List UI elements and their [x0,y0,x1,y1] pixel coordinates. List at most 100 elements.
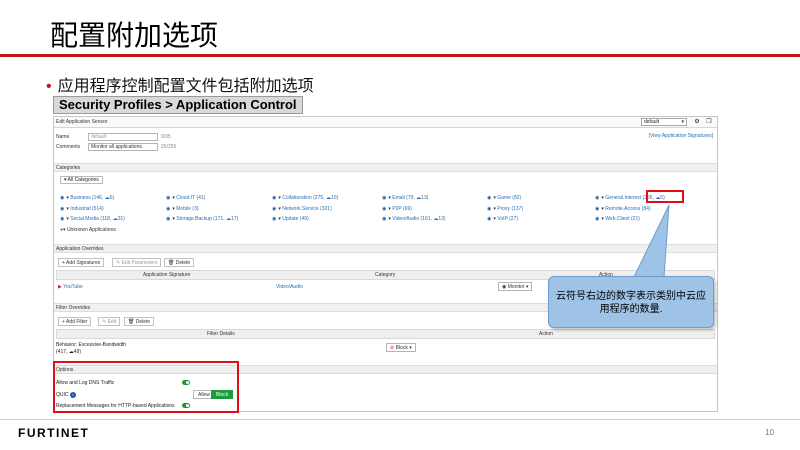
overrides-section-label: Application Overrides [54,244,717,253]
comments-input[interactable]: Monitor all applications. [88,143,158,151]
category-label: Email (79, ☁13) [392,195,429,201]
eye-icon: ◉ [487,195,492,201]
all-categories-label: All Categories [67,177,99,183]
filter-action-value: Block [395,345,408,351]
category-label: Proxy (137) [497,206,524,212]
gear-icon[interactable]: ⚙ [693,118,701,126]
category-label: Web.Client (21) [605,216,640,222]
table-row-app[interactable]: ▶ YouTube [58,284,83,290]
add-signatures-button[interactable]: + Add Signatures [58,258,105,267]
explanation-callout: 云符号右边的数字表示类别中云应用程序的数量. [548,276,714,328]
eye-icon: ◉ [166,206,171,212]
eye-icon: ◉ [166,216,171,222]
profile-select-value: default [644,119,660,125]
category-item[interactable]: ◉ ▾ Email (79, ☁13) [382,195,428,201]
category-label: Remote.Access (84) [605,206,651,212]
eye-icon: ◉ [382,195,387,201]
category-item[interactable]: ◉ ▾ Video/Audio (161, ☁13) [382,216,446,222]
category-label: Collaboration (275, ☁10) [282,195,339,201]
category-item[interactable]: ◉ ▾ Social.Media (118, ☁31) [60,216,125,222]
page-number: 10 [765,428,774,437]
eye-icon: ◉ [60,206,65,212]
category-item[interactable]: ◉ ▾ Game (82) [487,195,521,201]
delete-filter-button[interactable]: 🗑 Delete [124,317,155,326]
col-filter-details: Filter Details [207,331,235,337]
panel-header: Edit Application Sensor default ▾ ⚙ ❐ [54,117,717,128]
category-label: Mobile (3) [176,206,199,212]
category-item[interactable]: ◉ ▾ VoIP (27) [487,216,518,222]
category-item[interactable]: ◉ ▾ P2P (69) [382,206,412,212]
delete-override-button[interactable]: 🗑 Delete [164,258,195,267]
category-item[interactable]: ◉ ▾ Web.Client (21) [595,216,640,222]
category-label: Social.Media (118, ☁31) [70,216,125,222]
category-item[interactable]: ◉ ▾ Storage.Backup (171, ☁17) [166,216,238,222]
eye-icon: ◉ [595,206,600,212]
category-label: Industrial (514) [70,206,104,212]
bullet-point: • 应用程序控制配置文件包括附加选项 [46,72,314,96]
category-label: VoIP (27) [497,216,519,222]
add-filter-label: Add Filter [66,319,88,325]
category-label: Game (82) [497,195,522,201]
category-item[interactable]: ◉ ▾ Mobile (3) [166,206,199,212]
name-label: Name [56,134,70,141]
delete-label: Delete [175,260,191,266]
slide-title: 配置附加选项 [50,20,219,51]
category-item[interactable]: ◉ ▾ Proxy (137) [487,206,523,212]
col-signature: Application Signature [143,272,191,278]
unknown-applications-item[interactable]: ●▾ Unknown Applications [60,227,116,233]
edit-filter-button[interactable]: ✎ Edit [98,317,121,326]
eye-icon: ◉ [60,195,65,201]
edit-filter-label: Edit [107,319,117,325]
name-input[interactable]: default [88,133,158,141]
chevron-down-icon: ▾ [407,345,412,351]
category-item[interactable]: ◉ ▾ Business (146, ☁6) [60,195,114,201]
category-item[interactable]: ◉ ▾ Update (49) [272,216,309,222]
eye-icon: ◉ [487,216,492,222]
trash-icon: 🗑 [128,319,136,325]
delete-filter-label: Delete [135,319,151,325]
categories-section-label: Categories [54,163,717,172]
category-item[interactable]: ◉ ▾ Cloud.IT (41) [166,195,205,201]
category-label: P2P (69) [392,206,412,212]
edit-parameters-button[interactable]: ✎ Edit Parameters [112,258,162,267]
category-item[interactable]: ◉ ▾ Collaboration (275, ☁10) [272,195,338,201]
add-filter-button[interactable]: + Add Filter [58,317,92,326]
comments-counter: 25/255 [161,144,177,151]
eye-icon: ◉ [272,206,277,212]
category-label: Network.Service (321) [282,206,332,212]
view-signatures-link[interactable]: [View Application Signatures] [649,133,713,139]
add-signatures-label: Add Signatures [66,260,101,266]
override-action-dropdown[interactable]: ◉ Monitor ▾ [498,282,533,291]
profile-select[interactable]: default ▾ [641,118,687,126]
category-label: Video/Audio (161, ☁13) [392,216,446,222]
chevron-down-icon: ▾ [681,119,684,125]
category-item[interactable]: ◉ ▾ Network.Service (321) [272,206,332,212]
category-item[interactable]: ◉ ▾ Remote.Access (84) [595,206,651,212]
edit-parameters-label: Edit Parameters [121,260,158,266]
bullet-dot-icon: • [46,78,52,95]
eye-icon: ◉ [272,195,277,201]
bullet-text: 应用程序控制配置文件包括附加选项 [57,78,314,95]
col-category: Category [375,272,396,278]
chevron-down-icon: ▾ [524,284,529,290]
all-categories-select[interactable]: ▾ All Categories [60,176,103,184]
options-highlight [53,361,239,413]
eye-icon: ◉ [595,195,600,201]
col-filter-action: Action [539,331,553,337]
category-label: Update (49) [282,216,309,222]
cloud-count-highlight [646,190,684,203]
category-item[interactable]: ◉ ▾ Industrial (514) [60,206,104,212]
eye-icon: ◉ [487,206,492,212]
unknown-applications-label: Unknown Applications [66,227,116,233]
table-row-category: Video/Audio [276,284,303,290]
row-app-name: YouTube [63,284,83,290]
footer-divider [0,419,800,420]
filter-action-dropdown[interactable]: ⊘ Block ▾ [386,343,416,352]
eye-icon: ◉ [60,216,65,222]
filter-row-counts: (417, ☁49) [56,349,82,355]
clone-icon[interactable]: ❐ [705,118,713,126]
override-action-value: Monitor [507,284,525,290]
section-banner: Security Profiles > Application Control [53,96,303,114]
eye-icon: ◉ [595,216,600,222]
panel-title: Edit Application Sensor [56,119,108,125]
